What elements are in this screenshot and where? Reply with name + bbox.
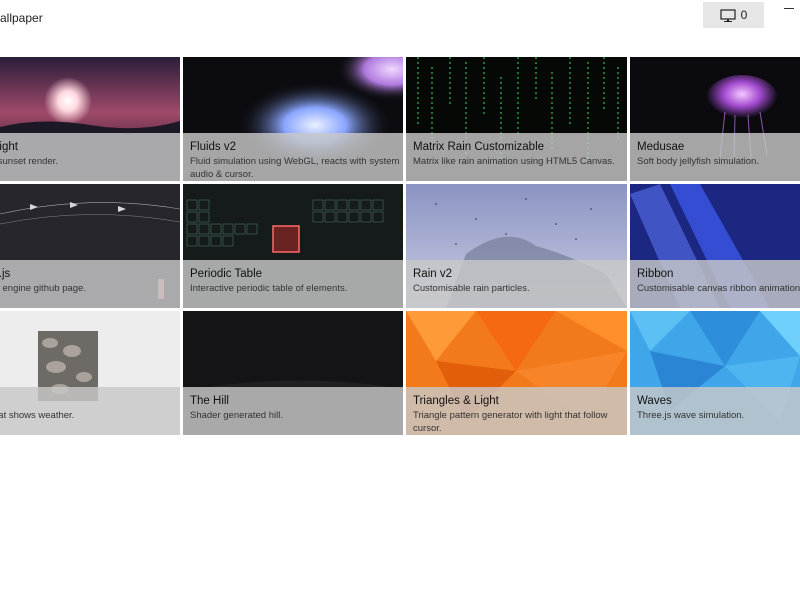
wallpaper-tile[interactable]: Triangles & Light Triangle pattern gener… (406, 311, 627, 435)
tile-name: Periodic Table (190, 268, 263, 280)
tile-info: Periodic Table Interactive periodic tabl… (183, 260, 403, 308)
tile-description: Three.js wave simulation. (637, 410, 745, 421)
wallpaper-tile[interactable]: The Hill Shader generated hill. (183, 311, 403, 435)
tile-info: Medusae Soft body jellyfish simulation. (630, 133, 800, 181)
wallpaper-tile[interactable]: Light l sunset render. (0, 57, 180, 181)
tile-name: Light (0, 141, 18, 153)
monitor-icon (720, 8, 736, 22)
tile-name: Fluids v2 (190, 141, 237, 153)
tile-description: l sunset render. (0, 156, 58, 167)
tile-description: js engine github page. (0, 283, 86, 294)
wallpaper-tile[interactable]: Matrix Rain Customizable Matrix like rai… (406, 57, 627, 181)
tile-name: Rain v2 (413, 268, 452, 280)
title-bar: allpaper 0 (0, 0, 800, 38)
tile-info: Triangles & Light Triangle pattern gener… (406, 387, 627, 435)
monitor-count: 0 (740, 8, 748, 22)
minimize-button[interactable] (780, 2, 800, 18)
tile-description: Matrix like rain animation using HTML5 C… (413, 156, 615, 167)
tile-description: Customisable rain particles. (413, 283, 530, 294)
wallpaper-tile[interactable]: Medusae Soft body jellyfish simulation. (630, 57, 800, 181)
tile-info: Ribbon Customisable canvas ribbon animat… (630, 260, 800, 308)
tile-description: Interactive periodic table of elements. (190, 283, 348, 294)
tile-name: Triangles & Light (413, 395, 499, 407)
tile-description: Customisable canvas ribbon animation (637, 283, 800, 294)
wallpaper-tile[interactable]: s hat shows weather. (0, 311, 180, 435)
wallpaper-tile[interactable]: k.js js engine github page. (0, 184, 180, 308)
wallpaper-tile[interactable]: Periodic Table Interactive periodic tabl… (183, 184, 403, 308)
wallpaper-grid: Light l sunset render. Fluids v2 Fluid s… (0, 57, 800, 437)
wallpaper-tile[interactable]: Fluids v2 Fluid simulation using WebGL, … (183, 57, 403, 181)
tile-info: Light l sunset render. (0, 133, 180, 181)
tile-description: hat shows weather. (0, 410, 75, 421)
tile-info: Rain v2 Customisable rain particles. (406, 260, 627, 308)
tile-description: Shader generated hill. (190, 410, 283, 421)
tile-info: Waves Three.js wave simulation. (630, 387, 800, 435)
tile-description: Soft body jellyfish simulation. (637, 156, 759, 167)
tile-name: Waves (637, 395, 672, 407)
tile-name: Matrix Rain Customizable (413, 141, 545, 153)
tile-info: Matrix Rain Customizable Matrix like rai… (406, 133, 627, 181)
monitor-select-button[interactable]: 0 (703, 2, 764, 28)
tile-description: Fluid simulation using WebGL, reacts wit… (190, 156, 400, 180)
tile-description: Triangle pattern generator with light th… (413, 410, 608, 434)
wallpaper-tile[interactable]: Waves Three.js wave simulation. (630, 311, 800, 435)
wallpaper-tile[interactable]: Rain v2 Customisable rain particles. (406, 184, 627, 308)
tile-name: The Hill (190, 395, 229, 407)
wallpaper-tile[interactable]: Ribbon Customisable canvas ribbon animat… (630, 184, 800, 308)
tile-name: Medusae (637, 141, 685, 153)
tile-info: k.js js engine github page. (0, 260, 180, 308)
tile-info: Fluids v2 Fluid simulation using WebGL, … (183, 133, 403, 181)
tile-info: The Hill Shader generated hill. (183, 387, 403, 435)
tile-name: k.js (0, 268, 11, 280)
app-title: allpaper (0, 11, 43, 25)
tile-info: s hat shows weather. (0, 387, 180, 435)
tile-name: Ribbon (637, 268, 674, 280)
